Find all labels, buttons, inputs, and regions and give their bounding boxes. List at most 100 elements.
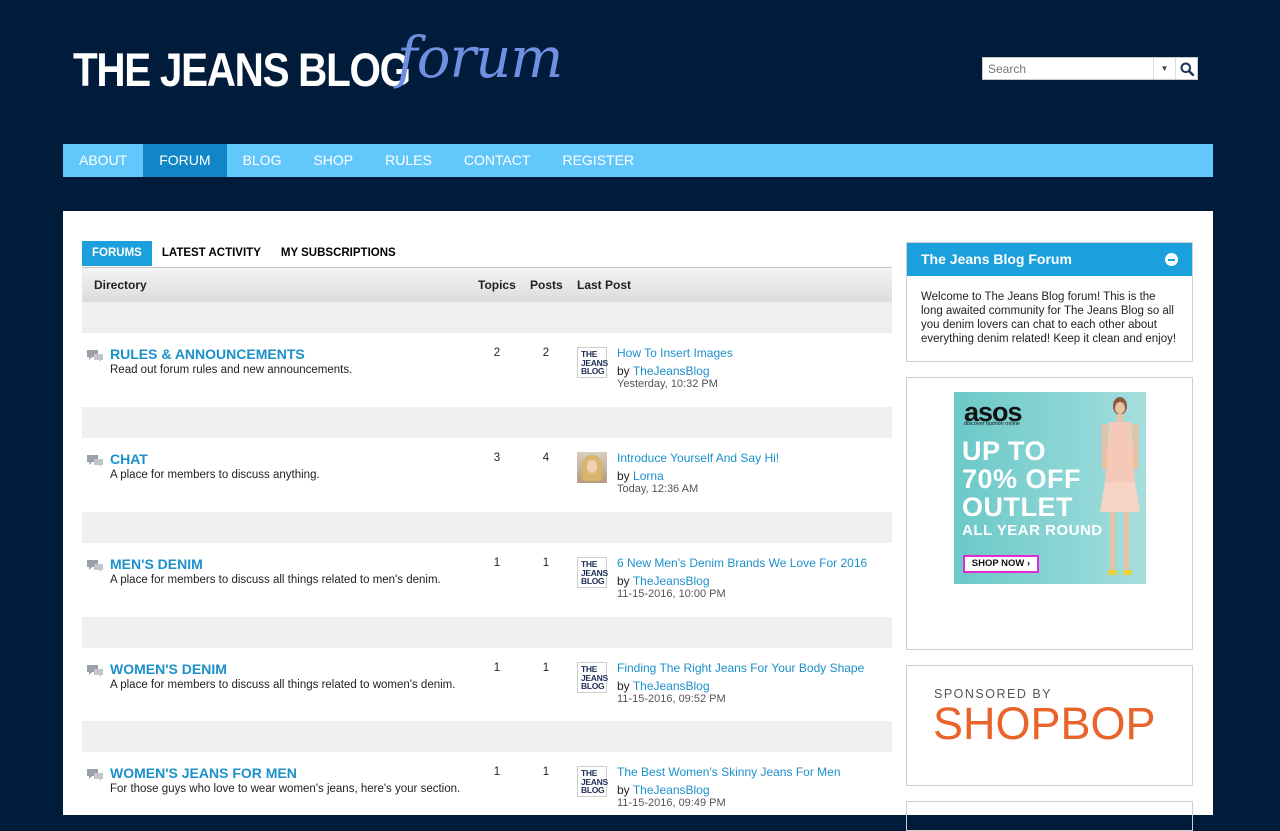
topics-count: 1 [493,662,501,674]
forum-description: A place for members to discuss all thing… [110,574,441,586]
forum-title[interactable]: WOMEN'S JEANS FOR MEN [110,765,297,781]
posts-count: 1 [542,557,550,569]
topics-count: 2 [493,347,501,359]
search-bar: ▼ [982,57,1198,80]
last-post-link[interactable]: How To Insert Images [617,346,733,360]
shopbop-logo: SHOPBOP [933,698,1156,749]
nav-blog[interactable]: BLOG [227,144,298,177]
nav-about[interactable]: ABOUT [63,144,143,177]
last-post-author: by Lorna [617,469,664,483]
search-icon [1180,62,1194,76]
posts-count: 1 [542,662,550,674]
author-link[interactable]: TheJeansBlog [633,679,710,693]
ad-headline-1: UP TO [962,436,1047,466]
forum-title[interactable]: CHAT [110,451,148,467]
author-link[interactable]: TheJeansBlog [633,783,710,797]
shop-now-button[interactable]: SHOP NOW › [963,555,1039,573]
welcome-text: Welcome to The Jeans Blog forum! This is… [921,291,1177,345]
topics-count: 1 [493,557,501,569]
collapse-icon[interactable] [1165,253,1178,266]
speech-bubble-icon [87,560,103,572]
last-post-link[interactable]: The Best Women's Skinny Jeans For Men [617,765,841,779]
forum-description: A place for members to discuss anything. [110,469,320,481]
last-post-link[interactable]: 6 New Men's Denim Brands We Love For 201… [617,556,867,570]
search-input[interactable] [983,58,1163,79]
search-options-dropdown[interactable]: ▼ [1153,58,1175,79]
author-link[interactable]: TheJeansBlog [633,364,710,378]
column-posts: Posts [530,278,563,292]
forum-title[interactable]: MEN'S DENIM [110,556,203,572]
tjb-avatar[interactable]: THE JEANS BLOG [577,662,608,693]
forum-tabs: FORUMS LATEST ACTIVITY MY SUBSCRIPTIONS [82,241,406,266]
category-divider [82,721,892,752]
content-panel: FORUMS LATEST ACTIVITY MY SUBSCRIPTIONS … [63,211,1213,831]
forum-row: MEN'S DENIM A place for members to discu… [82,543,892,617]
welcome-box-header: The Jeans Blog Forum [907,243,1192,276]
logo-main-text: THE JEANS BLOG [73,43,411,96]
speech-bubble-icon [87,665,103,677]
forum-description: A place for members to discuss all thing… [110,679,456,691]
last-post-date: 11-15-2016, 09:49 PM [617,797,726,809]
posts-count: 2 [542,347,550,359]
sponsor-box[interactable]: SPONSORED BY SHOPBOP [906,665,1193,786]
last-post-date: 11-15-2016, 10:00 PM [617,588,726,600]
asos-ad-banner[interactable]: asos discover fashion online UP TO 70% O… [954,392,1146,584]
nav-contact[interactable]: CONTACT [448,144,547,177]
topics-count: 3 [493,452,501,464]
speech-bubble-icon [87,769,103,781]
tab-latest-activity[interactable]: LATEST ACTIVITY [152,241,271,266]
forum-title[interactable]: WOMEN'S DENIM [110,661,227,677]
speech-bubble-icon [87,350,103,362]
welcome-box: The Jeans Blog Forum Welcome to The Jean… [906,242,1193,362]
last-post-date: 11-15-2016, 09:52 PM [617,693,726,705]
asos-tagline: discover fashion online [964,421,1020,427]
posts-count: 4 [542,452,550,464]
forum-description: For those guys who love to wear women's … [110,783,461,795]
tjb-avatar[interactable]: THE JEANS BLOG [577,766,608,797]
forum-row: CHAT A place for members to discuss anyt… [82,438,892,512]
category-divider [82,512,892,543]
last-post-author: by TheJeansBlog [617,574,710,588]
forum-description: Read out forum rules and new announcemen… [110,364,353,376]
author-link[interactable]: Lorna [633,469,664,483]
tab-my-subscriptions[interactable]: MY SUBSCRIPTIONS [271,241,406,266]
forum-row: WOMEN'S DENIM A place for members to dis… [82,648,892,722]
forum-row: RULES & ANNOUNCEMENTS Read out forum rul… [82,333,892,407]
category-divider [82,302,892,333]
column-directory: Directory [94,278,147,292]
ad-subline: ALL YEAR ROUND [962,522,1103,539]
last-post-link[interactable]: Finding The Right Jeans For Your Body Sh… [617,661,864,675]
last-post-date: Today, 12:36 AM [617,483,699,495]
tjb-avatar[interactable]: THE JEANS BLOG [577,557,608,588]
nav-register[interactable]: REGISTER [546,144,650,177]
search-button[interactable] [1175,58,1198,79]
tab-forums[interactable]: FORUMS [82,241,152,266]
speech-bubble-icon [87,455,103,467]
ad-box: asos discover fashion online UP TO 70% O… [906,377,1193,650]
sidebar-box [906,801,1193,831]
author-link[interactable]: TheJeansBlog [633,574,710,588]
nav-rules[interactable]: RULES [369,144,448,177]
logo-script-text: forum [397,26,563,91]
last-post-author: by TheJeansBlog [617,364,710,378]
user-avatar[interactable] [577,452,607,483]
last-post-author: by TheJeansBlog [617,679,710,693]
column-last-post: Last Post [577,278,632,292]
last-post-date: Yesterday, 10:32 PM [617,378,718,390]
model-image [1100,397,1140,575]
forum-table-header: Directory Topics Posts Last Post [82,267,892,303]
nav-forum[interactable]: FORUM [143,144,227,177]
chevron-down-icon: ▼ [1160,64,1169,73]
ad-headline-2: 70% OFF [962,464,1082,494]
forum-title[interactable]: RULES & ANNOUNCEMENTS [110,346,305,362]
main-nav: ABOUT FORUM BLOG SHOP RULES CONTACT REGI… [63,144,1213,177]
topics-count: 1 [493,766,501,778]
category-divider [82,407,892,438]
tjb-avatar[interactable]: THE JEANS BLOG [577,347,608,378]
nav-shop[interactable]: SHOP [297,144,369,177]
last-post-link[interactable]: Introduce Yourself And Say Hi! [617,451,779,465]
last-post-author: by TheJeansBlog [617,783,710,797]
posts-count: 1 [542,766,550,778]
category-divider [82,617,892,648]
column-topics: Topics [478,278,516,292]
